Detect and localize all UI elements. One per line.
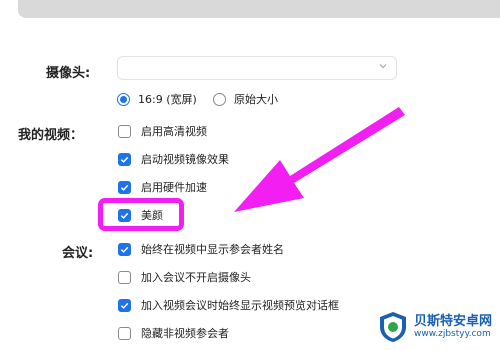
watermark-title: 贝斯特安卓网 [413, 314, 492, 329]
watermark-url: www.zjbstyy.com [413, 329, 491, 339]
shield-logo-icon [379, 312, 406, 342]
pointer-arrow-icon [234, 107, 405, 212]
watermark-logo: 贝斯特安卓网 www.zjbstyy.com [376, 310, 492, 344]
